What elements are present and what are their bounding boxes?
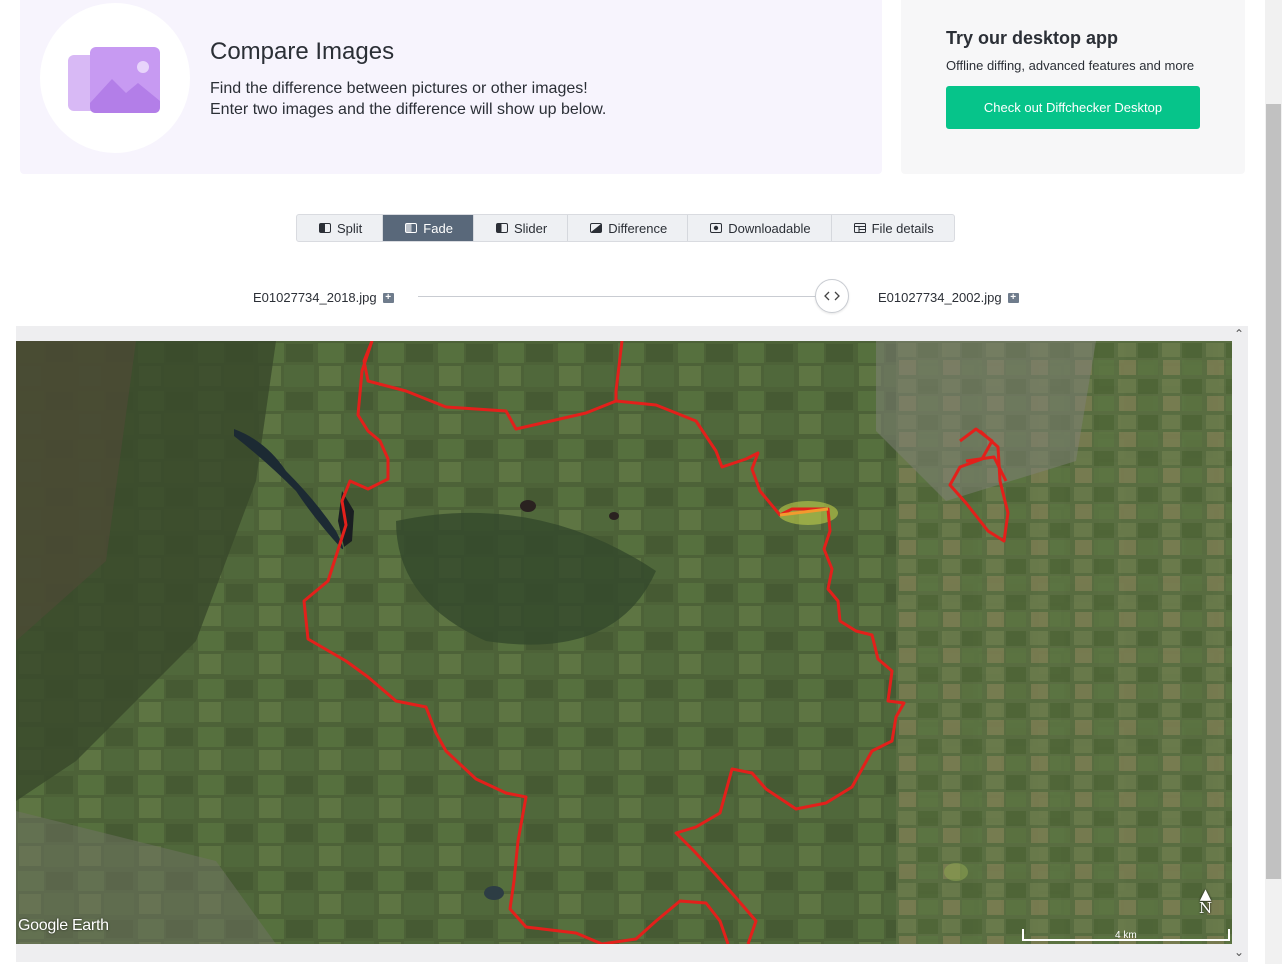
- desktop-app-promo: Try our desktop app Offline diffing, adv…: [901, 0, 1245, 174]
- viewer-scroll-up-icon[interactable]: ⌃: [1234, 327, 1244, 341]
- north-arrow-icon: ▲ N: [1199, 887, 1213, 917]
- tab-fade[interactable]: Fade: [383, 215, 474, 241]
- north-label: N: [1199, 899, 1213, 917]
- chevrons-left-right-icon: [824, 291, 840, 301]
- tab-difference[interactable]: Difference: [568, 215, 689, 241]
- left-file-name: E01027734_2018.jpg: [253, 290, 377, 305]
- scale-label: 4 km: [1115, 930, 1137, 941]
- tab-label: Split: [337, 220, 363, 236]
- promo-title: Try our desktop app: [946, 28, 1119, 48]
- page-scrollbar-thumb[interactable]: [1266, 104, 1281, 879]
- tab-label: Difference: [608, 220, 668, 236]
- description-line-2: Enter two images and the difference will…: [210, 101, 607, 118]
- tab-label: Slider: [513, 220, 548, 236]
- add-image-icon[interactable]: +: [382, 292, 394, 303]
- tab-slider[interactable]: Slider: [474, 215, 569, 241]
- fade-slider-handle[interactable]: [815, 279, 849, 313]
- tab-label: Fade: [423, 220, 453, 236]
- download-icon: [710, 223, 723, 233]
- viewer-scroll-down-icon[interactable]: ⌄: [1234, 945, 1244, 959]
- tab-split[interactable]: Split: [297, 215, 384, 241]
- left-file: E01027734_2018.jpg +: [253, 290, 394, 305]
- tab-label: File details: [871, 220, 934, 236]
- tab-downloadable[interactable]: Downloadable: [688, 215, 832, 241]
- image-stack-icon: [68, 47, 160, 113]
- split-icon: [319, 223, 331, 233]
- hero-banner: Compare Images Find the difference betwe…: [20, 0, 882, 174]
- tab-label: Downloadable: [728, 220, 811, 236]
- google-earth-logo: Google Earth: [18, 917, 109, 934]
- description-line-1: Find the difference between pictures or …: [210, 80, 588, 97]
- file-details-icon: [853, 223, 866, 233]
- page-description: Find the difference between pictures or …: [210, 78, 606, 120]
- right-file: E01027734_2002.jpg +: [878, 290, 1019, 305]
- fade-icon: [405, 223, 418, 233]
- desktop-app-button[interactable]: Check out Diffchecker Desktop: [946, 86, 1200, 129]
- fade-slider-track[interactable]: [418, 296, 818, 297]
- satellite-map: [16, 341, 1232, 944]
- hero-illustration: [40, 3, 190, 153]
- page-title: Compare Images: [210, 38, 395, 65]
- slider-icon: [495, 223, 508, 233]
- satellite-image: [16, 341, 1232, 944]
- right-file-name: E01027734_2002.jpg: [878, 290, 1002, 305]
- promo-subtitle: Offline diffing, advanced features and m…: [946, 58, 1195, 73]
- difference-icon: [590, 223, 603, 233]
- view-mode-tabs: Split Fade Slider Difference Downloadabl…: [296, 214, 955, 242]
- add-image-icon[interactable]: +: [1007, 292, 1019, 303]
- tab-file-details[interactable]: File details: [832, 215, 954, 241]
